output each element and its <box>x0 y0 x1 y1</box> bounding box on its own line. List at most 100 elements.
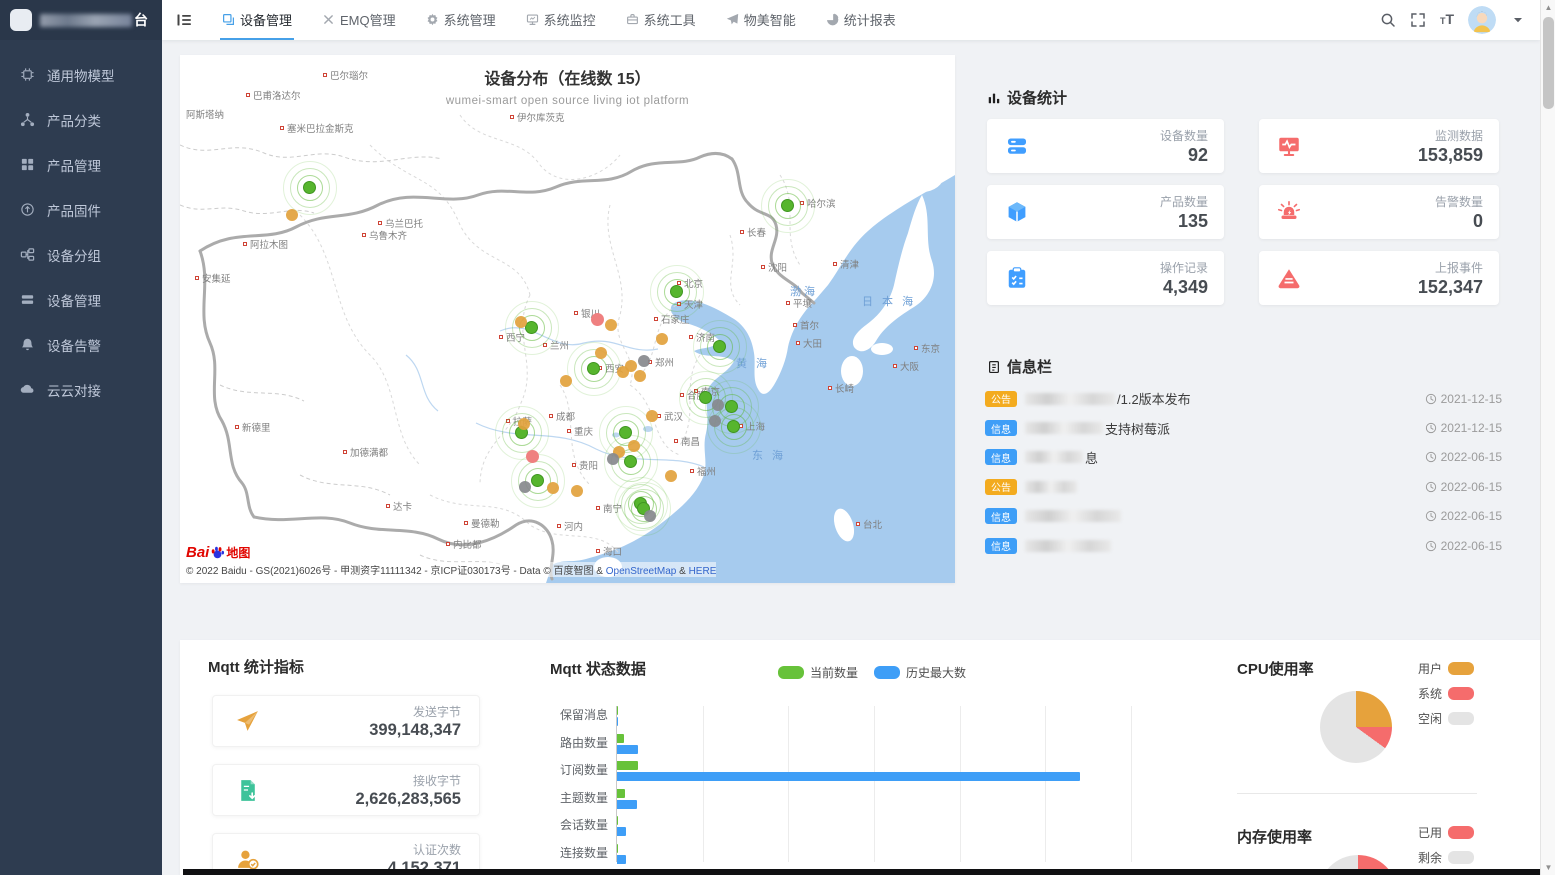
legend-item[interactable]: 用户 <box>1418 660 1474 677</box>
device-marker-online[interactable] <box>525 321 538 334</box>
sidebar-item-4[interactable]: 产品固件 <box>0 187 162 232</box>
tab-3[interactable]: 系统管理 <box>424 0 498 40</box>
news-item-3[interactable]: 信息息2022-06-15 <box>985 443 1502 472</box>
bar-历史最大数-1[interactable] <box>617 717 618 726</box>
device-marker-warning[interactable] <box>665 470 677 482</box>
sidebar-item-6[interactable]: 设备管理 <box>0 277 162 322</box>
mqtt-status-chart-title: Mqtt 状态数据 <box>550 658 646 679</box>
here-link[interactable]: HERE <box>689 566 717 577</box>
device-marker-online[interactable] <box>781 199 794 212</box>
city-label-text: 福州 <box>697 464 716 478</box>
bar-当前数量-2[interactable] <box>617 734 624 743</box>
tab-2[interactable]: EMQ管理 <box>320 0 398 40</box>
city-dot-icon <box>828 386 832 390</box>
stat-card-label: 操作记录 <box>1160 259 1208 276</box>
scrollbar-thumb[interactable] <box>1543 17 1554 109</box>
device-marker-alarm[interactable] <box>526 450 539 463</box>
device-marker-warning[interactable] <box>646 410 658 422</box>
app-logo[interactable]: 台 <box>0 0 162 40</box>
bar-历史最大数-6[interactable] <box>617 855 626 864</box>
bar-当前数量-1[interactable] <box>617 706 618 715</box>
device-marker-warning[interactable] <box>515 316 527 328</box>
bar-历史最大数-3[interactable] <box>617 772 1080 781</box>
news-item-2[interactable]: 信息支持树莓派2021-12-15 <box>985 413 1502 442</box>
tab-5[interactable]: 系统工具 <box>624 0 698 40</box>
legend-item[interactable]: 当前数量 <box>778 664 858 681</box>
city-label-text: 平壤 <box>793 296 812 310</box>
font-size-icon[interactable]: TT <box>1440 12 1454 28</box>
device-marker-warning[interactable] <box>571 485 583 497</box>
tab-1[interactable]: 设备管理 <box>220 0 294 40</box>
sidebar-item-5[interactable]: 设备分组 <box>0 232 162 277</box>
avatar[interactable] <box>1468 6 1496 34</box>
sidebar-collapse-icon[interactable] <box>162 12 206 28</box>
bar-历史最大数-4[interactable] <box>617 800 637 809</box>
sidebar-item-7[interactable]: 设备告警 <box>0 322 162 367</box>
news-item-5[interactable]: 信息2022-06-15 <box>985 502 1502 531</box>
news-item-6[interactable]: 信息2022-06-15 <box>985 531 1502 560</box>
category-label: 连接数量 <box>528 840 608 868</box>
sidebar-item-1[interactable]: 通用物模型 <box>0 52 162 97</box>
device-marker-warning[interactable] <box>656 333 668 345</box>
scroll-down-arrow[interactable]: ▼ <box>1541 860 1555 875</box>
device-marker-offline[interactable] <box>644 510 656 522</box>
device-marker-offline[interactable] <box>519 481 531 493</box>
device-marker-warning[interactable] <box>595 347 607 359</box>
stat-card-content: 操作记录4,349 <box>1160 259 1208 298</box>
cpu-usage-title: CPU使用率 <box>1237 658 1314 679</box>
device-marker-offline[interactable] <box>607 453 619 465</box>
device-marker-warning[interactable] <box>560 375 572 387</box>
device-marker-online[interactable] <box>624 455 637 468</box>
tab-6[interactable]: 物美智能 <box>724 0 798 40</box>
bar-当前数量-4[interactable] <box>617 789 625 798</box>
device-marker-online[interactable] <box>670 285 683 298</box>
clock-icon <box>1425 481 1437 493</box>
device-marker-warning[interactable] <box>518 418 530 430</box>
device-marker-online[interactable] <box>587 362 600 375</box>
bar-当前数量-3[interactable] <box>617 761 638 770</box>
bar-历史最大数-2[interactable] <box>617 745 638 754</box>
mqtt-metric-card-2: 接收字节2,626,283,565 <box>212 764 480 816</box>
news-text: 息 <box>1025 448 1098 467</box>
tab-7[interactable]: 统计报表 <box>824 0 898 40</box>
legend-item[interactable]: 已用 <box>1418 824 1474 841</box>
legend-item[interactable]: 空闲 <box>1418 710 1474 727</box>
search-icon[interactable] <box>1380 12 1396 28</box>
city-dot-icon <box>557 524 561 528</box>
device-marker-offline[interactable] <box>638 355 650 367</box>
device-marker-online[interactable] <box>727 420 740 433</box>
openstreetmap-link[interactable]: OpenStreetMap <box>606 566 677 577</box>
city-label: 安集延 <box>195 271 231 285</box>
legend-item[interactable]: 剩余 <box>1418 849 1474 866</box>
sidebar-item-2[interactable]: 产品分类 <box>0 97 162 142</box>
sidebar-item-3[interactable]: 产品管理 <box>0 142 162 187</box>
bar-历史最大数-5[interactable] <box>617 827 626 836</box>
news-item-4[interactable]: 公告2022-06-15 <box>985 472 1502 501</box>
fullscreen-icon[interactable] <box>1410 12 1426 28</box>
device-marker-warning[interactable] <box>628 440 640 452</box>
device-marker-warning[interactable] <box>605 319 617 331</box>
chevron-down-icon[interactable] <box>1510 12 1526 28</box>
tab-4[interactable]: 系统监控 <box>524 0 598 40</box>
sidebar-item-label: 设备管理 <box>47 290 101 310</box>
device-marker-alarm[interactable] <box>591 313 604 326</box>
device-marker-online[interactable] <box>713 340 726 353</box>
device-marker-online[interactable] <box>303 181 316 194</box>
scroll-up-arrow[interactable]: ▲ <box>1541 0 1555 15</box>
sidebar-item-8[interactable]: 云云对接 <box>0 367 162 412</box>
device-marker-offline[interactable] <box>709 415 721 427</box>
legend-item[interactable]: 历史最大数 <box>874 664 966 681</box>
device-marker-online[interactable] <box>531 474 544 487</box>
cpu-usage-pie[interactable] <box>1320 691 1392 763</box>
legend-item[interactable]: 系统 <box>1418 685 1474 702</box>
device-marker-warning[interactable] <box>634 370 646 382</box>
legend-label: 历史最大数 <box>906 664 966 681</box>
device-marker-warning[interactable] <box>286 209 298 221</box>
city-dot-icon <box>833 262 837 266</box>
news-item-1[interactable]: 公告/1.2版本发布2021-12-15 <box>985 384 1502 413</box>
device-marker-warning[interactable] <box>617 366 629 378</box>
device-marker-offline[interactable] <box>712 399 724 411</box>
device-marker-warning[interactable] <box>547 482 559 494</box>
gridline <box>1045 706 1046 862</box>
vertical-scrollbar[interactable]: ▲ ▼ <box>1540 0 1555 875</box>
